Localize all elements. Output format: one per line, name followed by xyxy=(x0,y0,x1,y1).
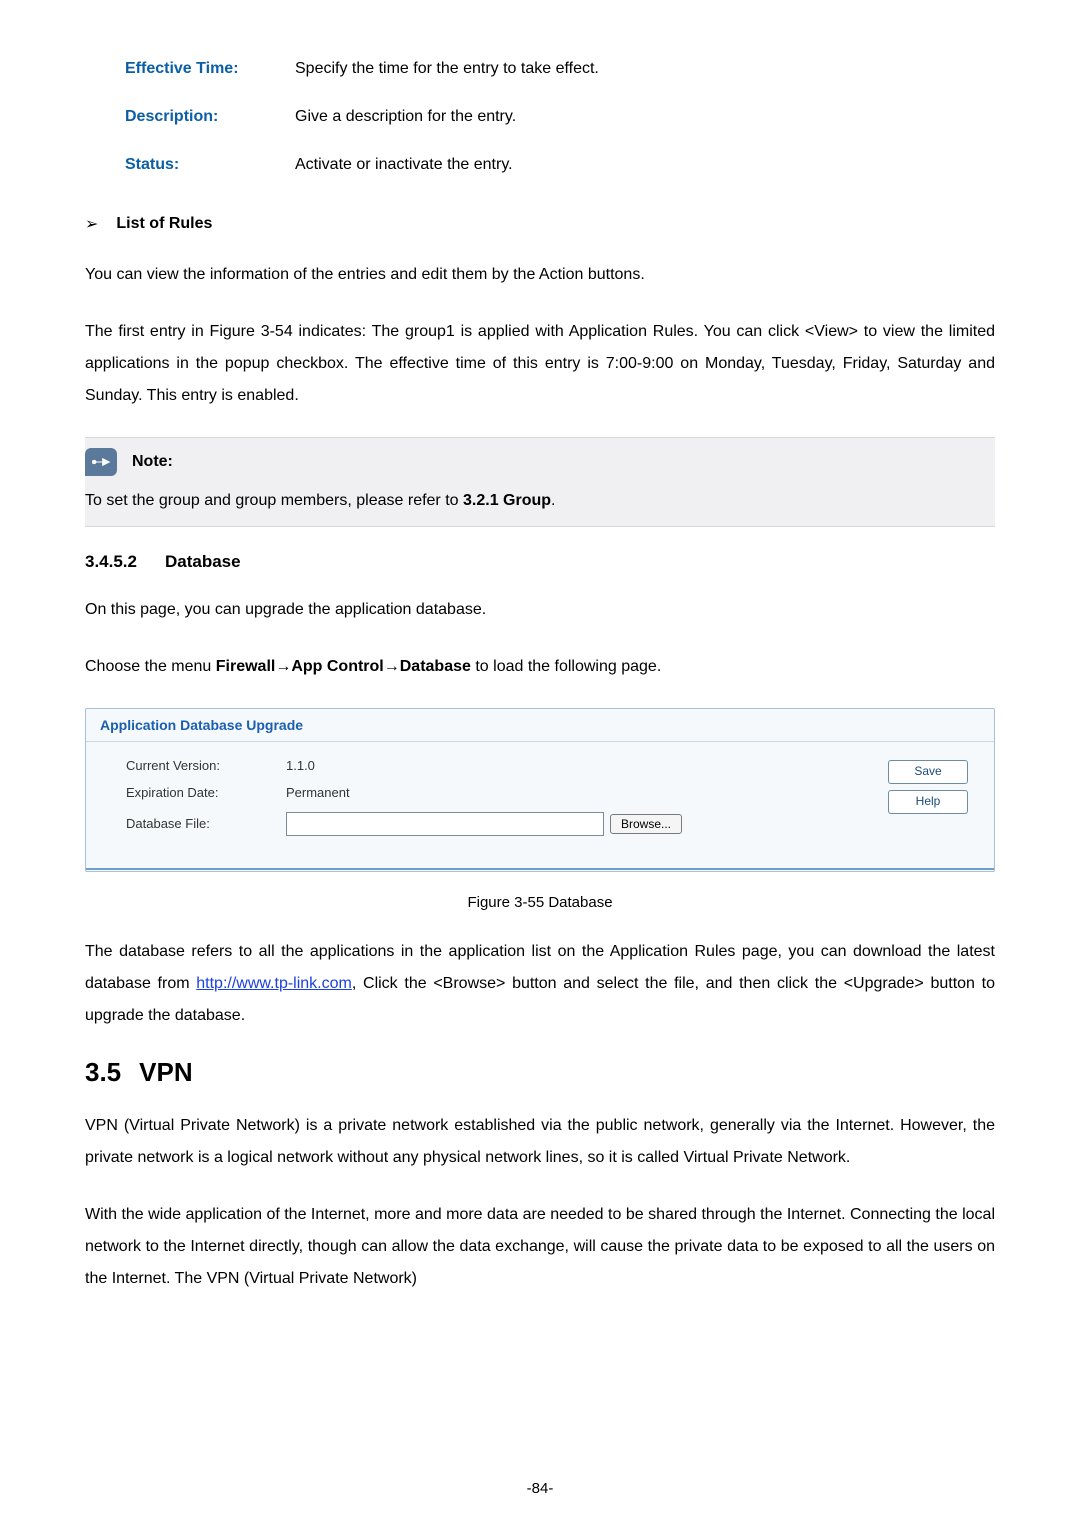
def-label-effective-time: Effective Time: xyxy=(125,60,295,78)
hand-pointer-icon xyxy=(85,448,117,476)
def-value-description: Give a description for the entry. xyxy=(295,108,516,126)
form-row-expiration: Expiration Date: Permanent xyxy=(126,785,878,800)
note-header: Note: xyxy=(85,448,995,476)
current-version-value: 1.1.0 xyxy=(286,758,315,773)
database-file-value-wrap: Browse... xyxy=(286,812,682,836)
page-container: Effective Time: Specify the time for the… xyxy=(0,0,1080,1527)
database-file-input[interactable] xyxy=(286,812,604,836)
section-heading-3-4-5-2: 3.4.5.2 Database xyxy=(85,552,995,572)
database-file-label: Database File: xyxy=(126,816,286,831)
expiration-value: Permanent xyxy=(286,785,350,800)
browse-button[interactable]: Browse... xyxy=(610,814,682,834)
def-value-effective-time: Specify the time for the entry to take e… xyxy=(295,60,599,78)
def-value-status: Activate or inactivate the entry. xyxy=(295,156,513,174)
section-heading-3-5: 3.5 VPN xyxy=(85,1057,995,1088)
form-row-version: Current Version: 1.1.0 xyxy=(126,758,878,773)
figure-caption: Figure 3-55 Database xyxy=(85,894,995,911)
definition-row: Effective Time: Specify the time for the… xyxy=(125,60,995,78)
text-prefix: Choose the menu xyxy=(85,658,216,675)
breadcrumb: Firewall→App Control→Database xyxy=(216,658,471,675)
help-button[interactable]: Help xyxy=(888,790,968,814)
definitions-table: Effective Time: Specify the time for the… xyxy=(125,60,995,174)
note-box: Note: To set the group and group members… xyxy=(85,437,995,527)
body-paragraph: On this page, you can upgrade the applic… xyxy=(85,594,995,626)
body-paragraph: VPN (Virtual Private Network) is a priva… xyxy=(85,1110,995,1174)
body-paragraph: You can view the information of the entr… xyxy=(85,259,995,291)
note-text-prefix: To set the group and group members, plea… xyxy=(85,492,463,509)
current-version-label: Current Version: xyxy=(126,758,286,773)
bullet-heading: ➢ List of Rules xyxy=(85,214,995,234)
app-db-upgrade-panel: Application Database Upgrade Current Ver… xyxy=(85,708,995,872)
definition-row: Status: Activate or inactivate the entry… xyxy=(125,156,995,174)
def-label-status: Status: xyxy=(125,156,295,174)
definition-row: Description: Give a description for the … xyxy=(125,108,995,126)
panel-footer-divider xyxy=(86,868,994,871)
body-paragraph: The first entry in Figure 3-54 indicates… xyxy=(85,316,995,412)
form-row-file: Database File: Browse... xyxy=(126,812,878,836)
note-label: Note: xyxy=(132,453,173,471)
note-text-bold: 3.2.1 Group xyxy=(463,492,551,509)
section-title: VPN xyxy=(139,1057,192,1087)
tp-link-url[interactable]: http://www.tp-link.com xyxy=(196,975,352,992)
section-title: Database xyxy=(165,552,241,571)
arrow-icon: ➢ xyxy=(85,214,98,234)
text-suffix: to load the following page. xyxy=(471,658,661,675)
expiration-label: Expiration Date: xyxy=(126,785,286,800)
body-paragraph: With the wide application of the Interne… xyxy=(85,1199,995,1295)
form-area: Current Version: 1.1.0 Expiration Date: … xyxy=(126,758,878,848)
note-text-suffix: . xyxy=(551,492,555,509)
save-button[interactable]: Save xyxy=(888,760,968,784)
side-buttons: Save Help xyxy=(888,758,974,848)
page-number: -84- xyxy=(0,1480,1080,1497)
bullet-heading-text: List of Rules xyxy=(116,215,212,233)
section-number: 3.4.5.2 xyxy=(85,552,137,571)
body-paragraph: The database refers to all the applicati… xyxy=(85,936,995,1032)
panel-body: Current Version: 1.1.0 Expiration Date: … xyxy=(86,742,994,868)
panel-title: Application Database Upgrade xyxy=(86,709,994,742)
body-paragraph: Choose the menu Firewall→App Control→Dat… xyxy=(85,651,995,683)
section-number: 3.5 xyxy=(85,1057,121,1087)
def-label-description: Description: xyxy=(125,108,295,126)
note-body: To set the group and group members, plea… xyxy=(85,488,995,514)
